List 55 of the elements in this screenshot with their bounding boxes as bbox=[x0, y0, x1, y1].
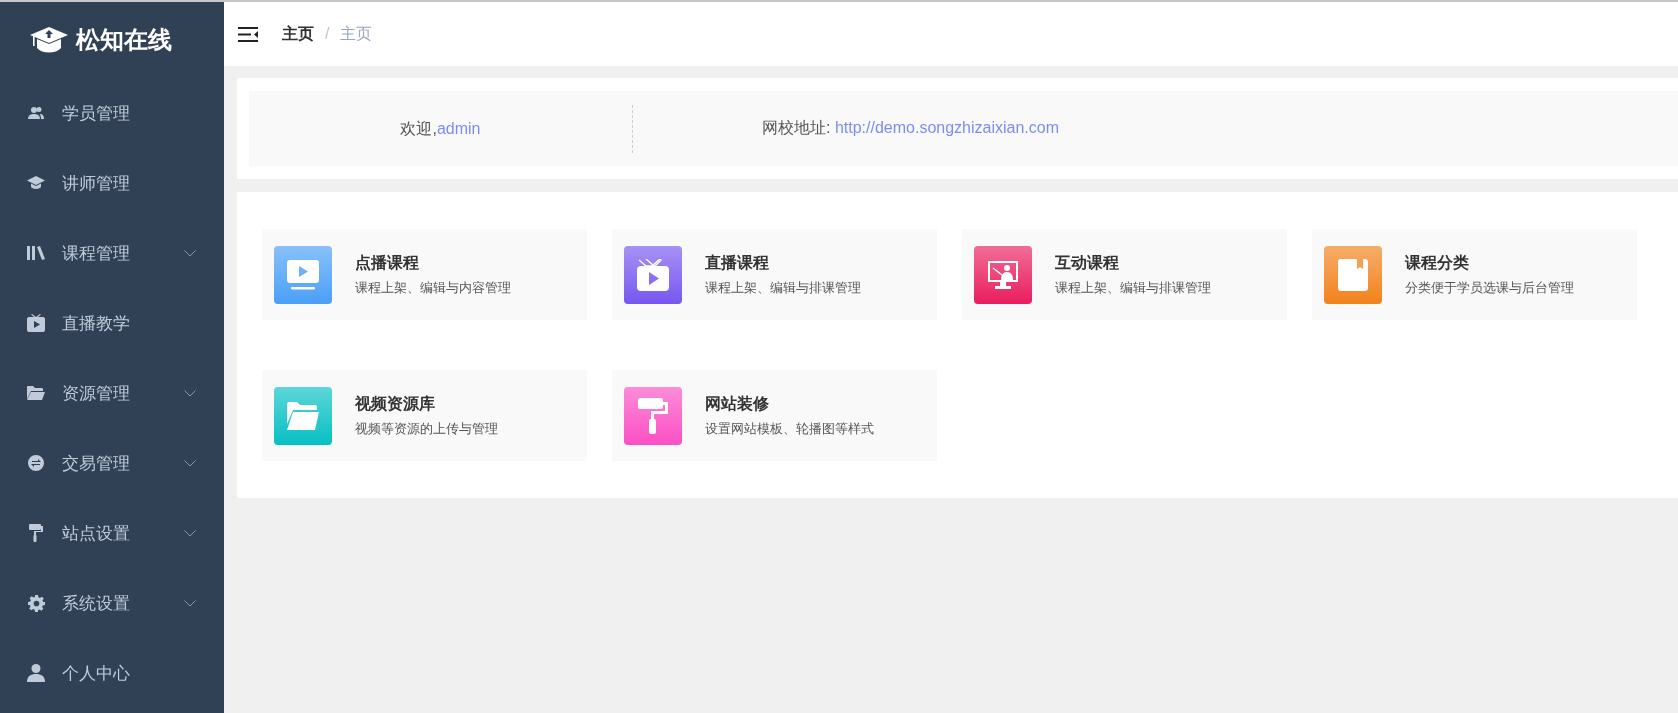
sidebar-item[interactable]: 讲师管理 bbox=[0, 148, 224, 218]
chevron-down-icon bbox=[184, 529, 196, 537]
teacher-screen-icon bbox=[986, 258, 1020, 291]
module-card[interactable]: 互动课程 课程上架、编辑与排课管理 bbox=[962, 229, 1287, 320]
sidebar-item[interactable]: 站点设置 bbox=[0, 498, 224, 568]
chevron-down-icon bbox=[184, 389, 196, 397]
paint-roller-icon bbox=[638, 397, 668, 434]
module-title: 点播课程 bbox=[355, 252, 420, 273]
module-card[interactable]: 视频资源库 视频等资源的上传与管理 bbox=[262, 370, 587, 461]
settings-icon bbox=[27, 594, 45, 612]
person-icon bbox=[27, 664, 45, 682]
books-icon bbox=[27, 246, 45, 260]
module-description: 设置网站模板、轮播图等样式 bbox=[705, 419, 874, 438]
module-description: 视频等资源的上传与管理 bbox=[355, 419, 498, 438]
logo-text: 松知在线 bbox=[76, 25, 172, 55]
sidebar-item[interactable]: 课程管理 bbox=[0, 218, 224, 288]
users-icon bbox=[28, 106, 44, 120]
book-icon bbox=[1338, 258, 1368, 291]
exchange-icon bbox=[28, 455, 44, 471]
address-label: 网校地址: bbox=[762, 119, 832, 136]
logo-cap-icon bbox=[30, 27, 68, 53]
chevron-down-icon bbox=[184, 459, 196, 467]
module-card[interactable]: 网站装修 设置网站模板、轮播图等样式 bbox=[612, 370, 937, 461]
breadcrumb-separator: / bbox=[325, 25, 330, 43]
module-title: 直播课程 bbox=[705, 252, 770, 273]
sidebar-item[interactable]: 学员管理 bbox=[0, 78, 224, 148]
folder-icon bbox=[287, 401, 319, 430]
sidebar-item[interactable]: 直播教学 bbox=[0, 288, 224, 358]
module-card[interactable]: 直播课程 课程上架、编辑与排课管理 bbox=[612, 229, 937, 320]
folder-icon bbox=[27, 386, 45, 400]
sidebar-item[interactable]: 资源管理 bbox=[0, 358, 224, 428]
module-description: 课程上架、编辑与内容管理 bbox=[355, 278, 511, 297]
paint-roller-icon bbox=[29, 524, 43, 542]
graduation-cap-icon bbox=[27, 176, 45, 190]
module-title: 互动课程 bbox=[1055, 252, 1120, 273]
chevron-down-icon bbox=[184, 599, 196, 607]
sidebar-item[interactable]: 个人中心 bbox=[0, 638, 224, 708]
module-title: 网站装修 bbox=[705, 393, 770, 414]
module-card[interactable]: 点播课程 课程上架、编辑与内容管理 bbox=[262, 229, 587, 320]
breadcrumb-link[interactable]: 主页 bbox=[282, 23, 314, 45]
chevron-down-icon bbox=[184, 249, 196, 257]
module-card[interactable]: 课程分类 分类便于学员选课与后台管理 bbox=[1312, 229, 1637, 320]
module-title: 课程分类 bbox=[1405, 252, 1470, 273]
module-title: 视频资源库 bbox=[355, 393, 436, 414]
breadcrumb-current: 主页 bbox=[340, 23, 373, 44]
sidebar-item[interactable]: 交易管理 bbox=[0, 428, 224, 498]
tv-play-icon bbox=[637, 258, 669, 291]
menu-collapse-icon[interactable] bbox=[238, 26, 258, 42]
module-description: 课程上架、编辑与排课管理 bbox=[1055, 278, 1211, 297]
welcome-text: 欢迎, bbox=[400, 119, 437, 137]
module-description: 课程上架、编辑与排课管理 bbox=[705, 278, 861, 297]
tv-play-icon bbox=[27, 314, 45, 332]
sidebar-item[interactable]: 系统设置 bbox=[0, 568, 224, 638]
monitor-play-icon bbox=[287, 259, 319, 290]
module-description: 分类便于学员选课与后台管理 bbox=[1405, 278, 1574, 297]
